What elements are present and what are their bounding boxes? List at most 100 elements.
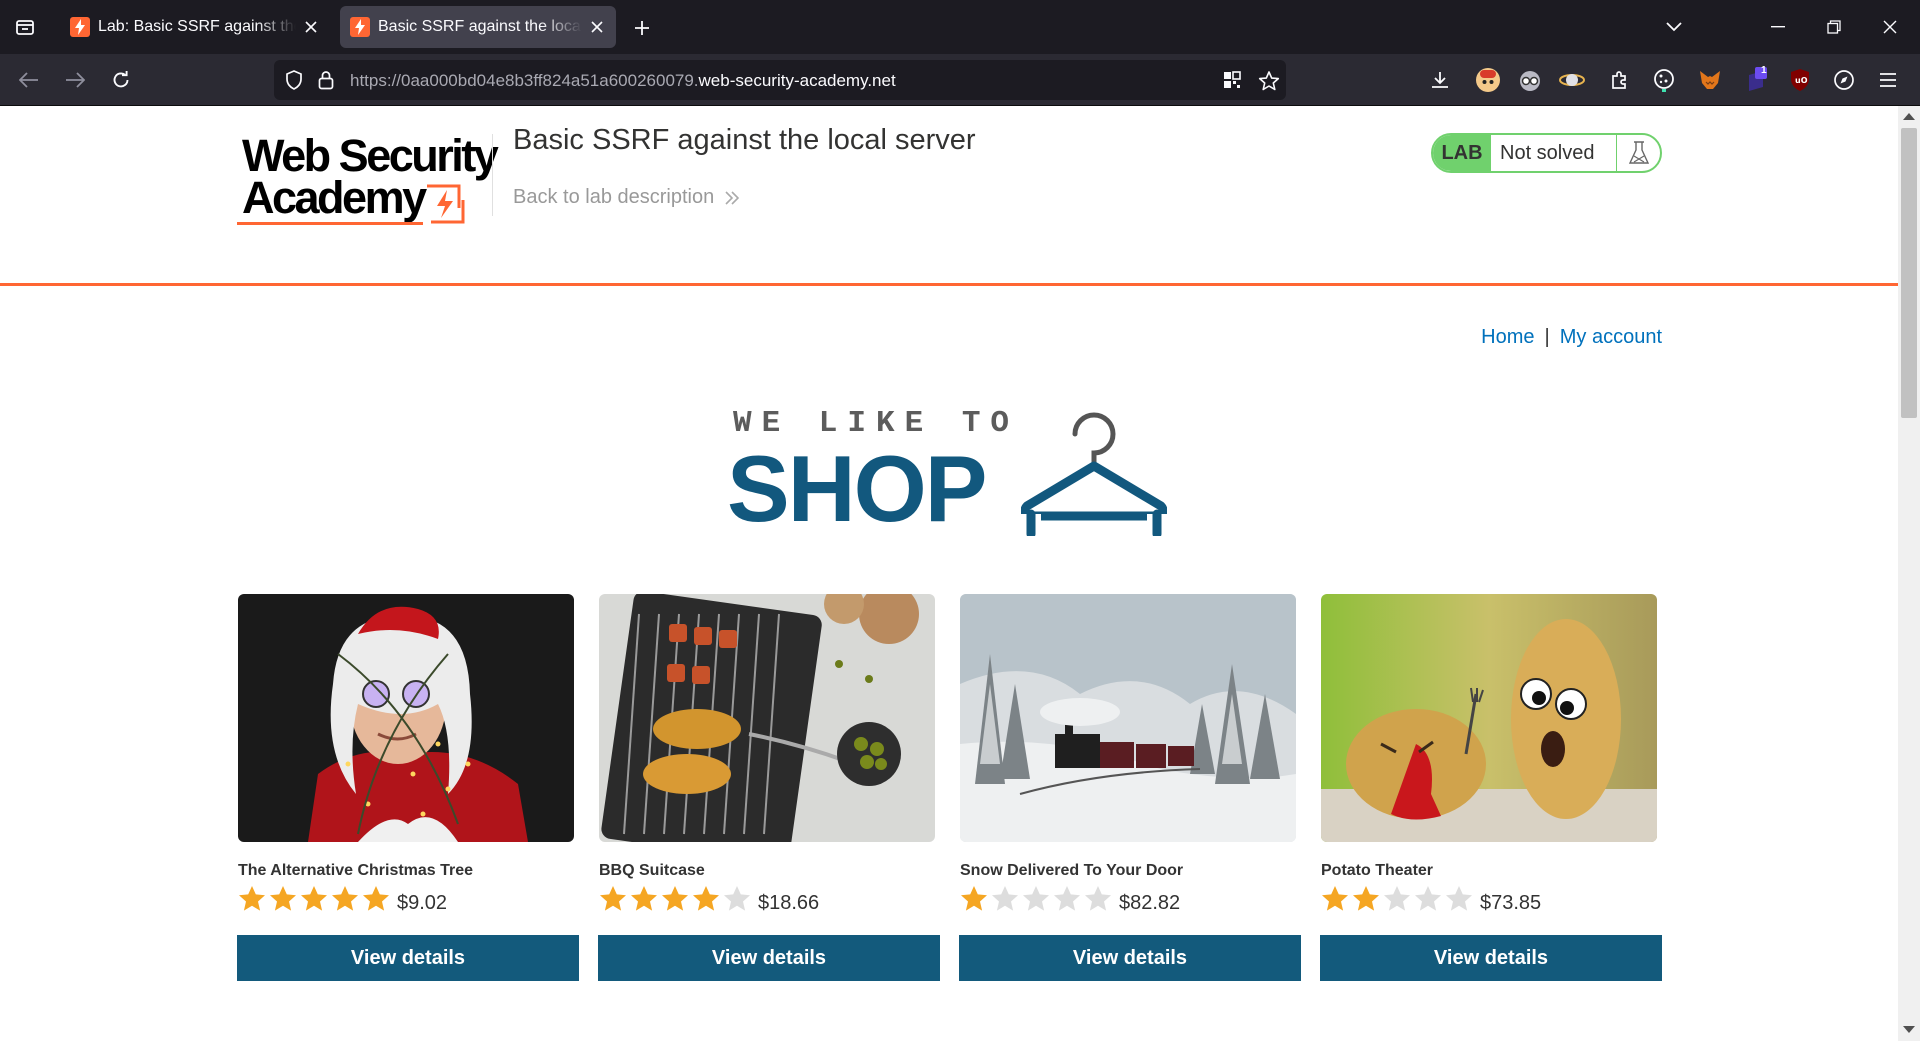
- star-filled-icon: [330, 884, 361, 914]
- lab-status-widget: LAB Not solved: [1431, 133, 1662, 173]
- extension-planet-icon[interactable]: [1558, 66, 1586, 94]
- star-filled-icon: [959, 884, 990, 914]
- home-link[interactable]: Home: [1481, 326, 1534, 348]
- downloads-icon[interactable]: [1426, 66, 1454, 94]
- lab-status-text: Not solved: [1500, 141, 1595, 164]
- browser-tab[interactable]: Lab: Basic SSRF against the local server: [60, 6, 330, 48]
- back-link-label: Back to lab description: [513, 186, 715, 208]
- close-window-icon[interactable]: [1870, 10, 1910, 44]
- view-details-button[interactable]: View details: [598, 935, 940, 981]
- reload-icon[interactable]: [104, 64, 138, 96]
- my-account-link[interactable]: My account: [1560, 326, 1662, 348]
- flask-icon: [1616, 135, 1660, 171]
- product-name: Potato Theater: [1321, 862, 1434, 879]
- svg-text:uO: uO: [1795, 76, 1808, 85]
- scroll-up-arrow-icon[interactable]: [1903, 113, 1915, 120]
- star-filled-icon: [299, 884, 330, 914]
- star-filled-icon: [691, 884, 722, 914]
- star-empty-icon: [1052, 884, 1083, 914]
- tracking-shield-icon[interactable]: [284, 70, 304, 95]
- logo-line-2: Academy: [242, 172, 427, 223]
- top-nav-links: Home | My account: [1481, 326, 1662, 349]
- extension-badge-icon[interactable]: 1: [1742, 65, 1770, 94]
- product-name: BBQ Suitcase: [599, 862, 705, 879]
- star-filled-icon: [660, 884, 691, 914]
- portswigger-favicon-icon: [350, 17, 370, 37]
- scroll-down-arrow-icon[interactable]: [1903, 1026, 1915, 1033]
- star-empty-icon: [1444, 884, 1475, 914]
- product-price: $18.66: [758, 891, 820, 914]
- tab-title: Lab: Basic SSRF against the local server: [98, 18, 296, 35]
- star-rating: [1320, 884, 1475, 914]
- star-filled-icon: [1320, 884, 1351, 914]
- product-name: Snow Delivered To Your Door: [960, 862, 1184, 879]
- star-filled-icon: [598, 884, 629, 914]
- product-image-bbq-suitcase[interactable]: [599, 594, 935, 842]
- star-empty-icon: [1413, 884, 1444, 914]
- url-domain: web-security-academy.net: [698, 71, 896, 90]
- browser-nav-bar: https://0aa000bd04e8b3ff824a51a600260079…: [0, 54, 1920, 106]
- minimize-window-icon[interactable]: [1758, 10, 1798, 44]
- star-rating: [959, 884, 1114, 914]
- view-details-button[interactable]: View details: [237, 935, 579, 981]
- app-menu-icon[interactable]: [1874, 66, 1902, 94]
- product-image-potato-theater[interactable]: [1321, 594, 1657, 842]
- shop-banner: WE LIKE TO SHOP: [727, 406, 1167, 536]
- browser-tab-active[interactable]: Basic SSRF against the local server: [340, 6, 616, 48]
- lock-icon[interactable]: [318, 70, 334, 95]
- star-filled-icon: [629, 884, 660, 914]
- ublock-origin-icon[interactable]: uO: [1786, 66, 1814, 94]
- bookmark-star-icon[interactable]: [1258, 70, 1280, 97]
- browser-tab-bar: Lab: Basic SSRF against the local server…: [0, 0, 1920, 54]
- banner-headline: SHOP: [727, 436, 987, 541]
- view-details-button[interactable]: View details: [1320, 935, 1662, 981]
- nav-separator: |: [1544, 326, 1550, 348]
- back-to-lab-description-link[interactable]: Back to lab description: [513, 186, 740, 209]
- tab-title: Basic SSRF against the local server: [378, 18, 582, 35]
- star-rating: [598, 884, 753, 914]
- new-tab-icon[interactable]: [628, 14, 656, 42]
- product-price: $82.82: [1119, 891, 1181, 914]
- portswigger-favicon-icon: [70, 17, 90, 37]
- list-all-tabs-icon[interactable]: [6, 12, 44, 42]
- star-filled-icon: [1351, 884, 1382, 914]
- url-prefix: https://0aa000bd04e8b3ff824a51a600260079…: [350, 71, 699, 90]
- product-image-christmas-tree[interactable]: [238, 594, 574, 842]
- product-grid: The Alternative Christmas Tree $9.02 Vie…: [237, 594, 1663, 994]
- back-arrow-icon[interactable]: [12, 64, 46, 96]
- product-image-snow-train[interactable]: [960, 594, 1296, 842]
- scrollbar-thumb[interactable]: [1901, 128, 1917, 418]
- header-divider: [492, 134, 493, 216]
- metamask-fox-icon[interactable]: [1696, 66, 1724, 94]
- product-rating: $18.66: [598, 884, 819, 914]
- extension-avatar-icon[interactable]: [1474, 66, 1502, 94]
- star-filled-icon: [268, 884, 299, 914]
- product-rating: $73.85: [1320, 884, 1541, 914]
- star-empty-icon: [722, 884, 753, 914]
- extensions-puzzle-icon[interactable]: [1606, 66, 1634, 94]
- url-text[interactable]: https://0aa000bd04e8b3ff824a51a600260079…: [350, 71, 896, 91]
- restore-window-icon[interactable]: [1814, 10, 1854, 44]
- extension-glasses-icon[interactable]: [1516, 66, 1544, 94]
- view-details-button[interactable]: View details: [959, 935, 1301, 981]
- logo-bolt-icon: [427, 184, 465, 224]
- star-rating: [237, 884, 392, 914]
- logo-underline: [237, 222, 423, 225]
- star-empty-icon: [1083, 884, 1114, 914]
- forward-arrow-icon[interactable]: [58, 64, 92, 96]
- product-price: $9.02: [397, 891, 448, 914]
- page-scrollbar[interactable]: [1898, 106, 1920, 1041]
- product-rating: $82.82: [959, 884, 1180, 914]
- extension-compass-icon[interactable]: [1830, 66, 1858, 94]
- double-chevron-right-icon: [725, 190, 740, 205]
- star-empty-icon: [1382, 884, 1413, 914]
- tab-overflow-chevron-icon[interactable]: [1654, 10, 1694, 44]
- url-bar[interactable]: https://0aa000bd04e8b3ff824a51a600260079…: [274, 60, 1286, 100]
- extension-cookie-icon[interactable]: [1650, 66, 1678, 94]
- page-content: Web Security Academy Basic SSRF against …: [0, 106, 1898, 1041]
- qr-code-icon[interactable]: [1222, 70, 1242, 95]
- close-tab-icon[interactable]: [302, 18, 320, 36]
- web-security-academy-logo[interactable]: Web Security Academy: [237, 132, 499, 232]
- close-tab-icon[interactable]: [588, 18, 606, 36]
- lab-header: Web Security Academy Basic SSRF against …: [0, 106, 1898, 286]
